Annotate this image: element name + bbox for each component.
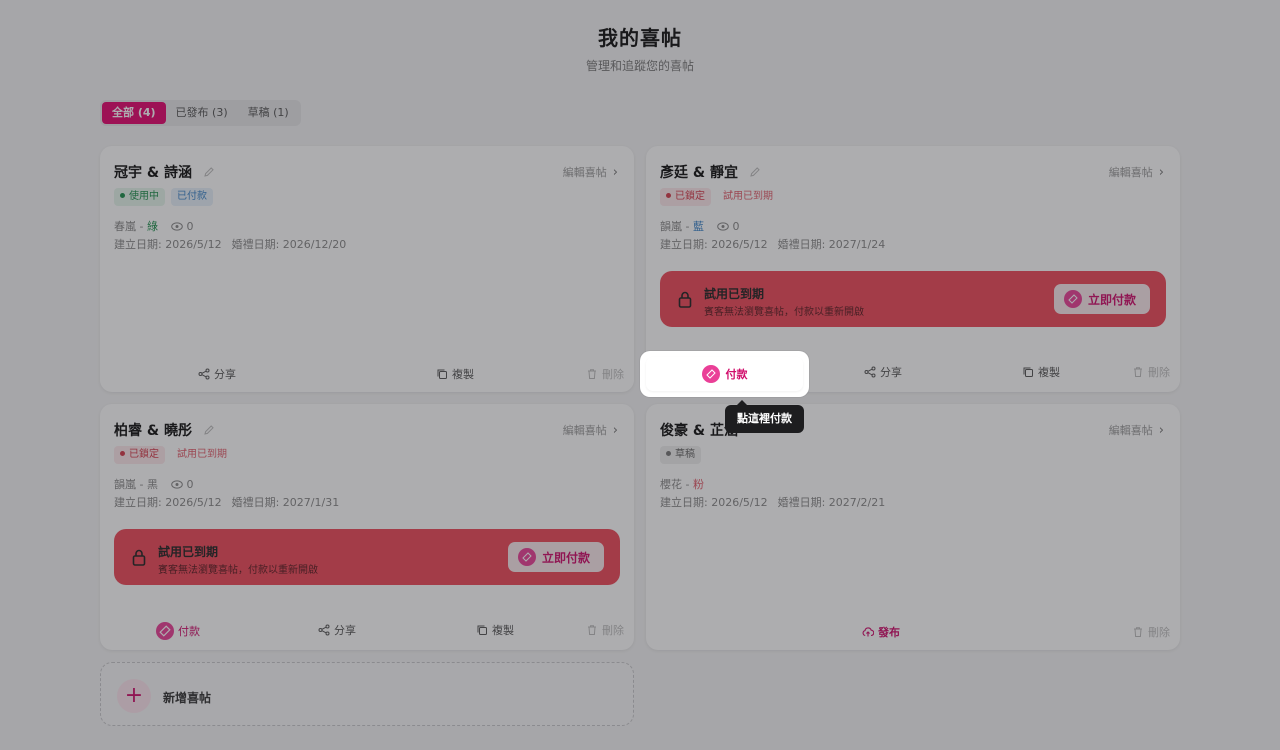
payment-icon xyxy=(701,365,720,383)
pay-button[interactable]: 付款 xyxy=(646,357,803,391)
tooltip: 點這裡付款 xyxy=(725,400,804,433)
highlighted-pay-action: 付款 xyxy=(640,351,809,397)
